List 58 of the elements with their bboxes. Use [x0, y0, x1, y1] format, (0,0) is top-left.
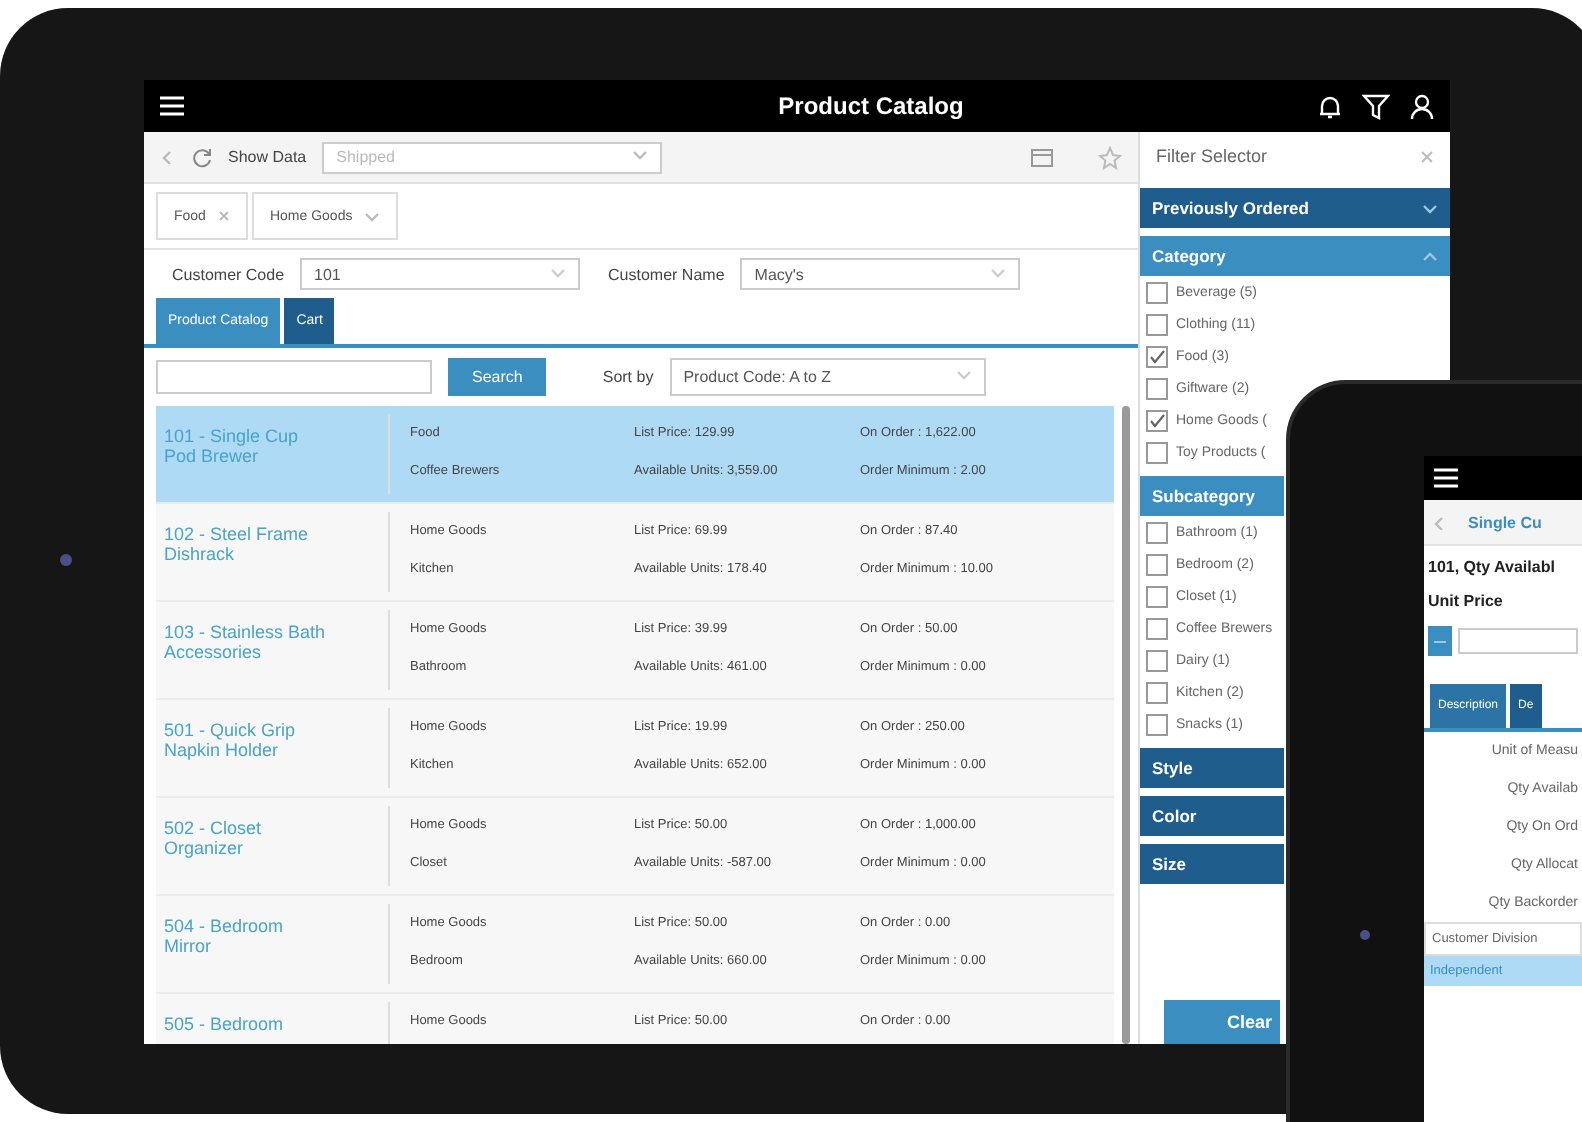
caret-icon [364, 209, 381, 223]
back-icon [1432, 515, 1448, 529]
product-title: Single Cu [1468, 513, 1542, 531]
back-icon [160, 150, 176, 164]
show-data-label[interactable]: Show Data [228, 148, 307, 166]
checkbox[interactable] [1146, 521, 1168, 543]
refresh-icon[interactable] [192, 147, 212, 167]
checkbox[interactable] [1146, 377, 1168, 399]
app-title: Product Catalog [776, 92, 966, 120]
user-icon[interactable] [1410, 93, 1434, 119]
customer-code-field[interactable]: 101 [300, 258, 581, 290]
chevron-up-icon [1422, 249, 1438, 263]
caret-icon [632, 148, 649, 162]
checkbox[interactable] [1146, 649, 1168, 671]
menu-icon[interactable] [160, 96, 184, 116]
close-icon[interactable] [217, 210, 230, 222]
filter-section-header[interactable]: Color [1140, 796, 1284, 836]
clear-button[interactable]: Clear [1164, 1000, 1280, 1044]
search-field[interactable] [156, 360, 432, 394]
quantity-field[interactable] [1458, 628, 1578, 654]
filter-section-header[interactable]: Size [1140, 844, 1284, 884]
caret-icon [550, 265, 567, 279]
checkbox[interactable] [1146, 617, 1168, 639]
close-icon[interactable] [1420, 149, 1434, 163]
checkbox[interactable] [1146, 281, 1168, 303]
filter-section-header[interactable]: Style [1140, 748, 1284, 788]
star-icon[interactable] [1098, 145, 1122, 169]
bell-icon[interactable] [1318, 93, 1342, 119]
search-button[interactable]: Search [448, 358, 547, 396]
sort-label: Sort by [602, 368, 654, 386]
checkbox[interactable] [1146, 313, 1168, 335]
sort-dropdown[interactable]: Product Code: A to Z [669, 358, 986, 396]
scrollbar[interactable] [1122, 406, 1130, 1044]
filter-section-header[interactable]: Category [1140, 236, 1450, 276]
caret-icon [955, 368, 972, 382]
filter-section-header[interactable]: Subcategory [1140, 476, 1284, 516]
checkbox[interactable] [1146, 553, 1168, 575]
unit-price-label: Unit Price [1426, 590, 1505, 614]
customer-name-label: Customer Name [608, 265, 725, 283]
checkbox[interactable] [1146, 681, 1168, 703]
filter-section-header[interactable]: Previously Ordered [1140, 188, 1450, 228]
caret-icon [990, 265, 1007, 279]
checkbox[interactable] [1146, 345, 1168, 367]
chevron-down-icon [1422, 201, 1438, 215]
menu-icon[interactable] [1434, 468, 1458, 488]
checkbox[interactable] [1146, 409, 1168, 431]
customer-code-label: Customer Code [172, 265, 285, 283]
minus-icon [1434, 639, 1446, 643]
customer-name-field[interactable]: Macy's [740, 258, 1021, 290]
checkbox[interactable] [1146, 585, 1168, 607]
checkbox[interactable] [1146, 713, 1168, 735]
camera-dot [1360, 930, 1370, 940]
quantity-text: 101, Qty Availabl [1426, 556, 1557, 580]
filter-title: Filter Selector [1156, 146, 1268, 166]
checkbox[interactable] [1146, 441, 1168, 463]
calendar-icon[interactable] [1030, 146, 1054, 168]
decrement-button[interactable] [1428, 626, 1452, 656]
filter-icon[interactable] [1362, 93, 1390, 119]
